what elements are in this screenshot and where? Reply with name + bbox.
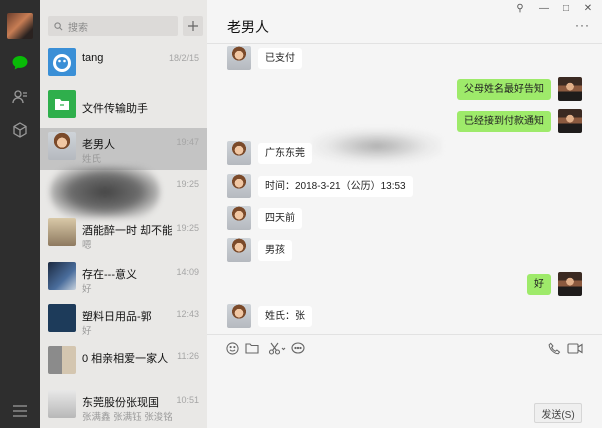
avatar	[558, 77, 582, 101]
plus-icon	[188, 21, 198, 31]
contacts-icon[interactable]	[10, 87, 30, 107]
chat-preview: 姓氏	[82, 154, 102, 165]
message-bubble: 四天前	[258, 207, 302, 229]
folder-icon	[48, 90, 76, 118]
chat-name: 老男人	[82, 139, 115, 151]
search-input[interactable]: 搜索	[48, 16, 178, 36]
phone-icon[interactable]	[547, 341, 561, 355]
avatar	[48, 390, 76, 418]
chat-preview: 嗯	[82, 240, 92, 251]
message-incoming: 姓氏：张	[227, 304, 312, 328]
chat-item-dongguan[interactable]: 东莞股份张现国 10:51 张满鑫 张满钰 张浚铭	[40, 386, 207, 428]
message-bubble: 广东东莞	[258, 142, 312, 164]
search-icon	[54, 21, 63, 30]
video-icon[interactable]	[567, 341, 583, 355]
pin-window-icon[interactable]: ⚲	[513, 3, 527, 14]
chat-name: 东莞股份张现国	[82, 397, 159, 409]
chat-name: 塑料日用品-郭	[82, 311, 152, 323]
chat-name: 0 相亲相爱一家人	[82, 353, 169, 365]
redaction-blur	[312, 128, 442, 164]
menu-icon[interactable]	[12, 404, 28, 418]
avatar	[227, 46, 251, 70]
avatar	[48, 304, 76, 332]
message-incoming: 已支付	[227, 46, 302, 70]
redaction-blur	[50, 166, 160, 218]
avatar	[558, 109, 582, 133]
close-button[interactable]: ✕	[581, 3, 595, 14]
avatar	[227, 206, 251, 230]
chat-name: 酒能醉一时 却不能...	[82, 225, 172, 237]
chat-title: 老男人	[227, 19, 269, 35]
chat-item-jiuneng[interactable]: 酒能醉一时 却不能... 19:25 嗯	[40, 214, 207, 256]
chat-preview: 好	[82, 326, 92, 337]
avatar	[48, 262, 76, 290]
folder-icon[interactable]	[245, 341, 259, 355]
my-avatar[interactable]	[7, 13, 33, 39]
chat-time: 18/2/15	[168, 53, 199, 63]
message-incoming: 时间：2018-3-21（公历）13:53	[227, 174, 413, 198]
nav-rail	[0, 0, 40, 428]
avatar	[558, 272, 582, 296]
chat-time: 12:43	[176, 309, 199, 319]
chat-name: 存在---意义	[82, 269, 137, 281]
chat-preview: 好	[82, 284, 92, 295]
chat-window: 老男人 ⚲ — □ ✕ ··· 已支付 父母姓名最好告知 已经接到付款通知 广东…	[207, 0, 602, 428]
avatar	[227, 238, 251, 262]
avatar	[48, 218, 76, 246]
message-bubble: 已支付	[258, 47, 302, 69]
chat-icon[interactable]	[10, 53, 30, 73]
avatar	[48, 132, 76, 160]
favorites-cube-icon[interactable]	[10, 120, 30, 140]
minimize-button[interactable]: —	[537, 3, 551, 14]
emoji-icon[interactable]	[225, 341, 239, 355]
chat-item-file-transfer[interactable]: 文件传输助手	[40, 86, 207, 128]
chat-time: 14:09	[176, 267, 199, 277]
chat-item-suliao[interactable]: 塑料日用品-郭 12:43 好	[40, 300, 207, 342]
chat-time: 10:51	[176, 395, 199, 405]
chat-list-panel: 搜索 tang 18/2/15 文件传输助手 老男人 19:47 姓氏 19:2…	[40, 0, 207, 428]
message-bubble: 已经接到付款通知	[457, 110, 551, 132]
message-incoming: 男孩	[227, 238, 292, 262]
chat-name: tang	[82, 52, 104, 64]
chat-time: 11:26	[177, 351, 199, 361]
message-bubble: 父母姓名最好告知	[457, 78, 551, 100]
chat-item-laonanren[interactable]: 老男人 19:47 姓氏	[40, 128, 207, 170]
maximize-button[interactable]: □	[559, 3, 573, 14]
avatar	[227, 141, 251, 165]
message-bubble: 姓氏：张	[258, 305, 312, 327]
avatar	[227, 174, 251, 198]
message-bubble: 时间：2018-3-21（公历）13:53	[258, 175, 413, 197]
chat-bubble-icon[interactable]	[291, 341, 305, 355]
avatar	[227, 304, 251, 328]
chat-name: 文件传输助手	[82, 103, 148, 115]
add-chat-button[interactable]	[183, 16, 203, 36]
message-incoming: 广东东莞	[227, 141, 312, 165]
avatar	[48, 48, 76, 76]
more-options-icon[interactable]: ···	[575, 18, 590, 32]
message-area: 已支付 父母姓名最好告知 已经接到付款通知 广东东莞 时间：2018-3-21（…	[207, 44, 602, 334]
chat-item-family-group[interactable]: 0 相亲相爱一家人 11:26	[40, 342, 207, 384]
input-toolbar	[207, 334, 602, 360]
group-avatar	[48, 346, 76, 374]
chat-item-cunzai[interactable]: 存在---意义 14:09 好	[40, 258, 207, 300]
send-button[interactable]: 发送(S)	[534, 403, 582, 423]
chat-header: 老男人 ⚲ — □ ✕ ···	[207, 0, 602, 44]
message-bubble: 好	[527, 273, 551, 295]
chat-time: 19:47	[176, 137, 199, 147]
message-outgoing: 已经接到付款通知	[457, 109, 582, 133]
message-bubble: 男孩	[258, 239, 292, 261]
message-outgoing: 好	[527, 272, 582, 296]
message-incoming: 四天前	[227, 206, 302, 230]
chat-item-tang[interactable]: tang 18/2/15	[40, 44, 207, 86]
scissors-icon[interactable]	[267, 341, 287, 355]
chat-time: 19:25	[176, 223, 199, 233]
search-placeholder: 搜索	[68, 22, 88, 34]
chat-preview: 张满鑫 张满钰 张浚铭	[82, 412, 173, 423]
message-outgoing: 父母姓名最好告知	[457, 77, 582, 101]
chat-time: 19:25	[176, 179, 199, 189]
